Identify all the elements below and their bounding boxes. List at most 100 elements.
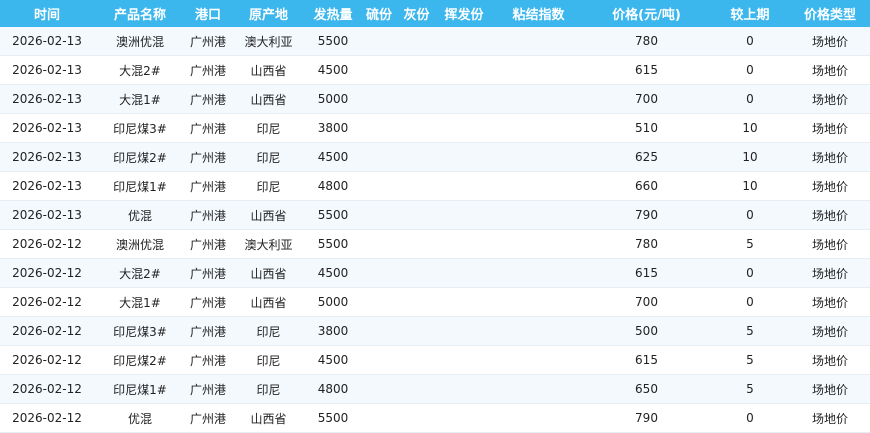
cell-caking-index [494, 200, 583, 230]
cell-volatile [434, 142, 494, 172]
cell-price-type: 场地价 [790, 55, 870, 85]
cell-origin: 山西省 [230, 403, 307, 433]
cell-ash [399, 229, 434, 259]
table-row: 2026-02-12 印尼煤2# 广州港 印尼 4500 615 5 场地价 [0, 345, 870, 375]
cell-origin: 山西省 [230, 258, 307, 288]
column-header-ash: 灰份 [399, 0, 434, 27]
cell-product-name: 澳洲优混 [94, 229, 186, 259]
cell-origin: 印尼 [230, 316, 307, 346]
cell-origin: 印尼 [230, 374, 307, 404]
cell-change: 0 [710, 403, 790, 433]
cell-port: 广州港 [186, 287, 230, 317]
cell-origin: 澳大利亚 [230, 229, 307, 259]
cell-sulfur [359, 229, 399, 259]
table-row: 2026-02-13 优混 广州港 山西省 5500 790 0 场地价 [0, 200, 870, 230]
cell-volatile [434, 171, 494, 201]
cell-price: 780 [583, 229, 710, 259]
cell-change: 10 [710, 171, 790, 201]
cell-price-type: 场地价 [790, 171, 870, 201]
cell-origin: 澳大利亚 [230, 27, 307, 56]
table-row: 2026-02-13 澳洲优混 广州港 澳大利亚 5500 780 0 场地价 [0, 27, 870, 56]
cell-volatile [434, 403, 494, 433]
table-row: 2026-02-13 大混1# 广州港 山西省 5000 700 0 场地价 [0, 84, 870, 114]
cell-change: 10 [710, 113, 790, 143]
cell-sulfur [359, 316, 399, 346]
cell-change: 5 [710, 316, 790, 346]
cell-calorific-value: 4500 [307, 142, 359, 172]
cell-calorific-value: 4800 [307, 171, 359, 201]
table-row: 2026-02-12 大混2# 广州港 山西省 4500 615 0 场地价 [0, 258, 870, 288]
cell-ash [399, 113, 434, 143]
cell-price: 615 [583, 258, 710, 288]
cell-origin: 山西省 [230, 84, 307, 114]
cell-ash [399, 258, 434, 288]
cell-sulfur [359, 200, 399, 230]
column-header-caking-index: 粘结指数 [494, 0, 583, 27]
column-header-port: 港口 [186, 0, 230, 27]
table-row: 2026-02-12 印尼煤1# 广州港 印尼 4800 650 5 场地价 [0, 374, 870, 404]
column-header-change: 较上期 [710, 0, 790, 27]
cell-time: 2026-02-13 [0, 113, 94, 143]
cell-sulfur [359, 27, 399, 56]
cell-price: 700 [583, 287, 710, 317]
cell-product-name: 印尼煤3# [94, 316, 186, 346]
cell-calorific-value: 5500 [307, 27, 359, 56]
cell-change: 5 [710, 229, 790, 259]
cell-port: 广州港 [186, 84, 230, 114]
cell-caking-index [494, 345, 583, 375]
cell-time: 2026-02-12 [0, 316, 94, 346]
cell-ash [399, 200, 434, 230]
cell-calorific-value: 5000 [307, 84, 359, 114]
cell-port: 广州港 [186, 403, 230, 433]
cell-price-type: 场地价 [790, 345, 870, 375]
cell-change: 0 [710, 55, 790, 85]
cell-ash [399, 316, 434, 346]
cell-product-name: 印尼煤2# [94, 142, 186, 172]
cell-product-name: 印尼煤1# [94, 374, 186, 404]
cell-change: 0 [710, 258, 790, 288]
cell-price: 625 [583, 142, 710, 172]
cell-sulfur [359, 374, 399, 404]
cell-ash [399, 55, 434, 85]
cell-ash [399, 171, 434, 201]
cell-origin: 印尼 [230, 113, 307, 143]
cell-ash [399, 374, 434, 404]
cell-change: 0 [710, 287, 790, 317]
cell-time: 2026-02-12 [0, 258, 94, 288]
cell-calorific-value: 5500 [307, 403, 359, 433]
cell-sulfur [359, 113, 399, 143]
cell-price: 790 [583, 200, 710, 230]
cell-caking-index [494, 374, 583, 404]
table-row: 2026-02-13 印尼煤2# 广州港 印尼 4500 625 10 场地价 [0, 142, 870, 172]
cell-time: 2026-02-13 [0, 27, 94, 56]
cell-caking-index [494, 55, 583, 85]
cell-product-name: 澳洲优混 [94, 27, 186, 56]
table-row: 2026-02-12 印尼煤3# 广州港 印尼 3800 500 5 场地价 [0, 316, 870, 346]
cell-product-name: 印尼煤1# [94, 171, 186, 201]
cell-port: 广州港 [186, 55, 230, 85]
cell-price-type: 场地价 [790, 374, 870, 404]
cell-time: 2026-02-13 [0, 200, 94, 230]
cell-volatile [434, 287, 494, 317]
cell-port: 广州港 [186, 171, 230, 201]
cell-time: 2026-02-13 [0, 55, 94, 85]
cell-price: 500 [583, 316, 710, 346]
cell-sulfur [359, 171, 399, 201]
cell-price-type: 场地价 [790, 403, 870, 433]
cell-origin: 山西省 [230, 287, 307, 317]
cell-calorific-value: 5000 [307, 287, 359, 317]
cell-port: 广州港 [186, 316, 230, 346]
cell-ash [399, 345, 434, 375]
cell-price-type: 场地价 [790, 113, 870, 143]
cell-origin: 印尼 [230, 142, 307, 172]
table-row: 2026-02-13 印尼煤3# 广州港 印尼 3800 510 10 场地价 [0, 113, 870, 143]
column-header-sulfur: 硫份 [359, 0, 399, 27]
cell-volatile [434, 258, 494, 288]
cell-volatile [434, 113, 494, 143]
cell-caking-index [494, 113, 583, 143]
cell-price: 780 [583, 27, 710, 56]
cell-calorific-value: 5500 [307, 229, 359, 259]
cell-calorific-value: 5500 [307, 200, 359, 230]
cell-ash [399, 142, 434, 172]
column-header-calorific-value: 发热量 [307, 0, 359, 27]
